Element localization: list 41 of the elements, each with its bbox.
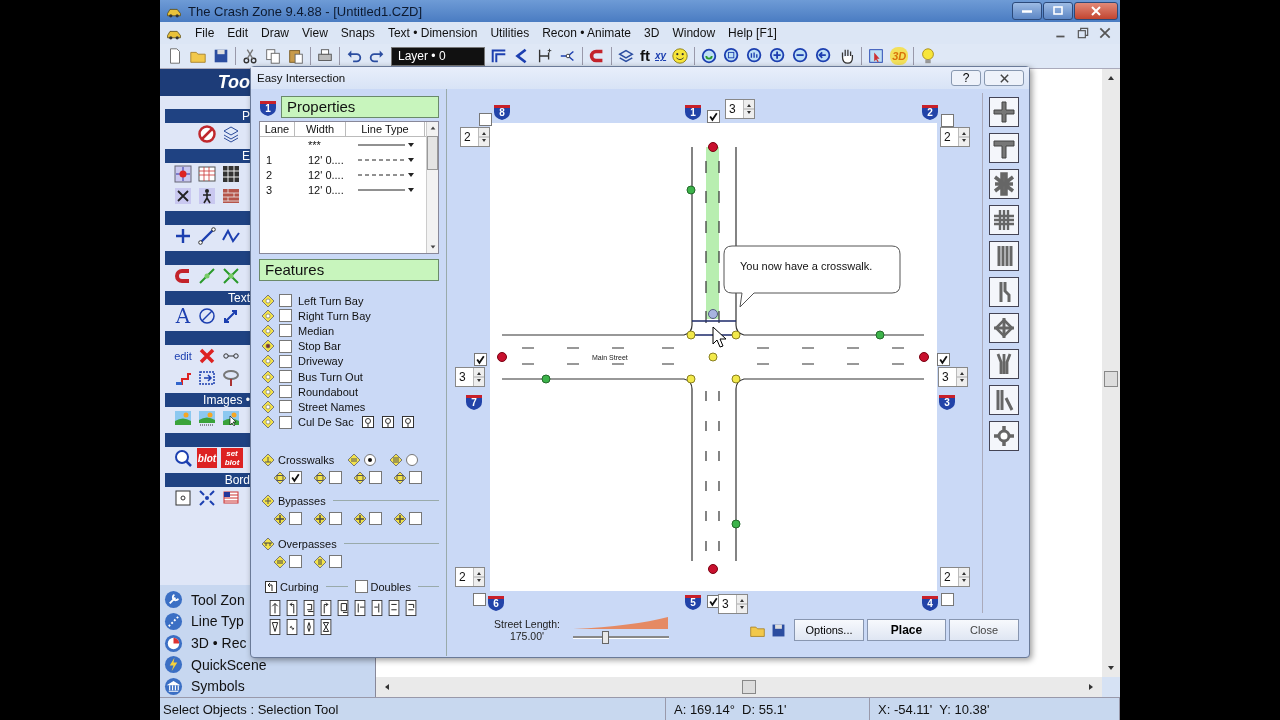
- tooltip-text: You now have a crosswalk.: [740, 260, 873, 272]
- route-shield: 1: [684, 102, 702, 120]
- crosswalks-label: Crosswalks: [278, 453, 335, 466]
- route-shield: 8: [493, 102, 511, 120]
- route-shield: 4: [921, 593, 939, 611]
- lane-width: 12' 0....: [307, 183, 345, 196]
- route-shield: 3: [938, 392, 956, 410]
- toolbox-header: Too: [160, 69, 250, 96]
- feature-label: Street Names: [298, 400, 366, 413]
- feature-label: Bus Turn Out: [298, 370, 363, 383]
- lane-width: 12' 0....: [307, 153, 345, 166]
- route-shield: 7: [465, 392, 483, 410]
- feature-label: Roundabout: [298, 385, 358, 398]
- route-shield: 1: [259, 98, 277, 116]
- lane-width: 12' 0....: [307, 168, 345, 181]
- feature-label: Cul De Sac: [298, 416, 354, 429]
- features-header: Features: [259, 259, 439, 281]
- feature-label: Left Turn Bay: [298, 294, 364, 307]
- lane-width: ***: [307, 138, 322, 151]
- feature-label: Driveway: [298, 355, 344, 368]
- angle-distance-readout: A: 169.14° D: 55.1': [666, 698, 870, 720]
- route-shield: 2: [921, 102, 939, 120]
- status-text: Select Objects : Selection Tool: [160, 698, 666, 720]
- coordinates-readout: X: -54.11' Y: 10.38': [870, 698, 1120, 720]
- feature-label: Median: [298, 324, 335, 337]
- lane-number: 3: [265, 183, 274, 196]
- lane-number: 2: [265, 168, 274, 181]
- street-length-label: Street Length:: [494, 618, 560, 630]
- lane-number: 1: [265, 153, 274, 166]
- route-shield: 6: [487, 593, 505, 611]
- overpasses-label: Overpasses: [278, 537, 337, 550]
- bypasses-label: Bypasses: [278, 494, 326, 507]
- feature-label: Stop Bar: [298, 340, 341, 353]
- route-shield: 5: [684, 592, 702, 610]
- curbing-label: Curbing: [280, 580, 319, 593]
- dialog-title: Easy Intersection: [257, 72, 346, 84]
- properties-header: Properties: [281, 96, 439, 118]
- doubles-label: Doubles: [370, 580, 411, 593]
- window-title: The Crash Zone 9.4.88 - [Untitled1.CZD]: [188, 3, 423, 19]
- feature-label: Right Turn Bay: [298, 309, 371, 322]
- street-length-value: 175.00': [509, 630, 545, 642]
